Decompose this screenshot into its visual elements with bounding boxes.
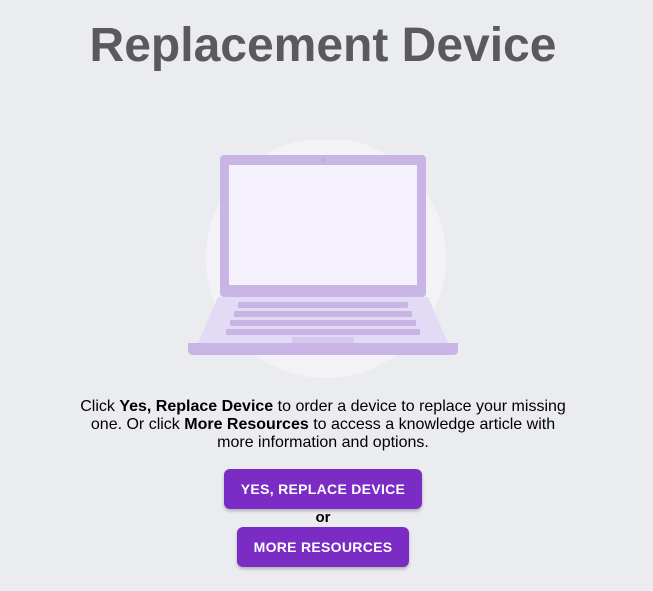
laptop-screen <box>229 165 417 285</box>
or-separator: or <box>315 509 331 526</box>
replacement-device-page: Replacement Device Click Yes, Replace De… <box>0 0 653 591</box>
yes-replace-device-button[interactable]: YES, REPLACE DEVICE <box>224 469 422 509</box>
more-resources-button[interactable]: MORE RESOURCES <box>237 527 409 567</box>
laptop-base <box>188 343 458 355</box>
page-title: Replacement Device <box>89 19 557 72</box>
laptop-icon <box>188 140 458 378</box>
instructions-text: Click Yes, Replace Device to order a dev… <box>80 398 566 451</box>
laptop-camera <box>321 158 325 162</box>
